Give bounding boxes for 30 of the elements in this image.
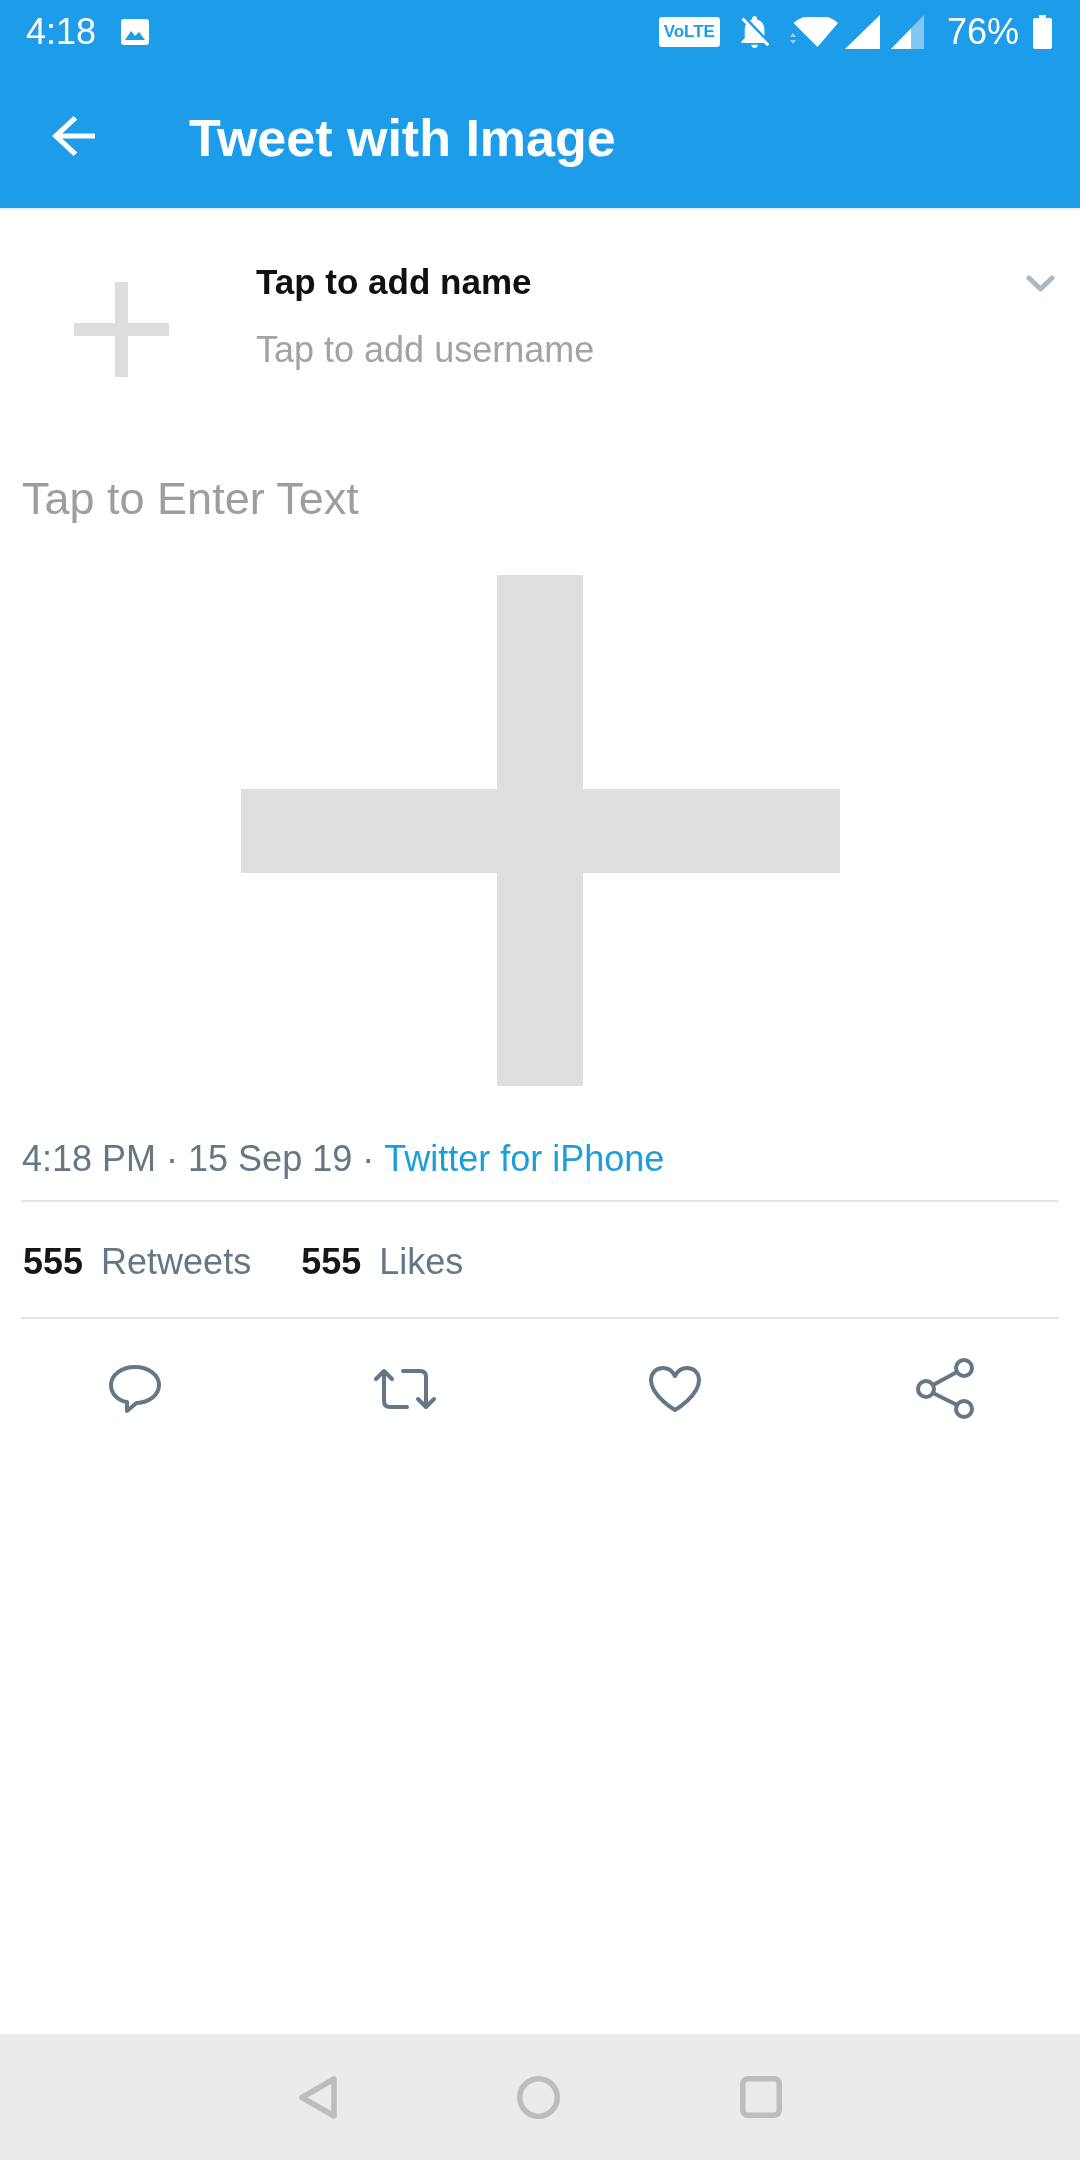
profile-username[interactable]: Tap to add username [256,329,595,371]
plus-icon[interactable] [240,575,840,1086]
volte-badge: VoLTE [658,16,720,47]
source-link[interactable]: Twitter for iPhone [384,1138,665,1180]
back-arrow-icon[interactable] [52,115,95,156]
battery-icon [1033,14,1052,49]
signal-icon [890,14,924,49]
retweet-icon[interactable] [373,1366,437,1411]
battery-percent: 76% [946,11,1019,52]
plus-icon[interactable] [74,282,169,377]
signal-icon [844,14,880,49]
status-time: 4:18 [26,11,97,52]
back-icon[interactable] [298,2075,337,2119]
home-icon[interactable] [516,2075,560,2119]
reply-icon[interactable] [108,1363,162,1414]
stat-count: 555 [23,1241,84,1283]
stat-count: 555 [301,1241,362,1283]
share-icon[interactable] [915,1357,975,1420]
wifi-icon [789,16,838,47]
stat-label: Likes [379,1241,464,1283]
profile-name[interactable]: Tap to add name [256,261,532,303]
tweet-text-field[interactable]: Tap to Enter Text [22,473,359,525]
tweet-timestamp: 4:18 PM · 15 Sep 19 · [22,1138,375,1180]
bell-off-icon [738,15,771,48]
image-icon [121,18,150,45]
heart-icon[interactable] [648,1364,702,1413]
recents-icon[interactable] [739,2076,782,2118]
chevron-down-icon[interactable] [1026,275,1055,292]
screen-title: Tweet with Image [189,107,616,168]
stat-label: Retweets [101,1241,252,1283]
